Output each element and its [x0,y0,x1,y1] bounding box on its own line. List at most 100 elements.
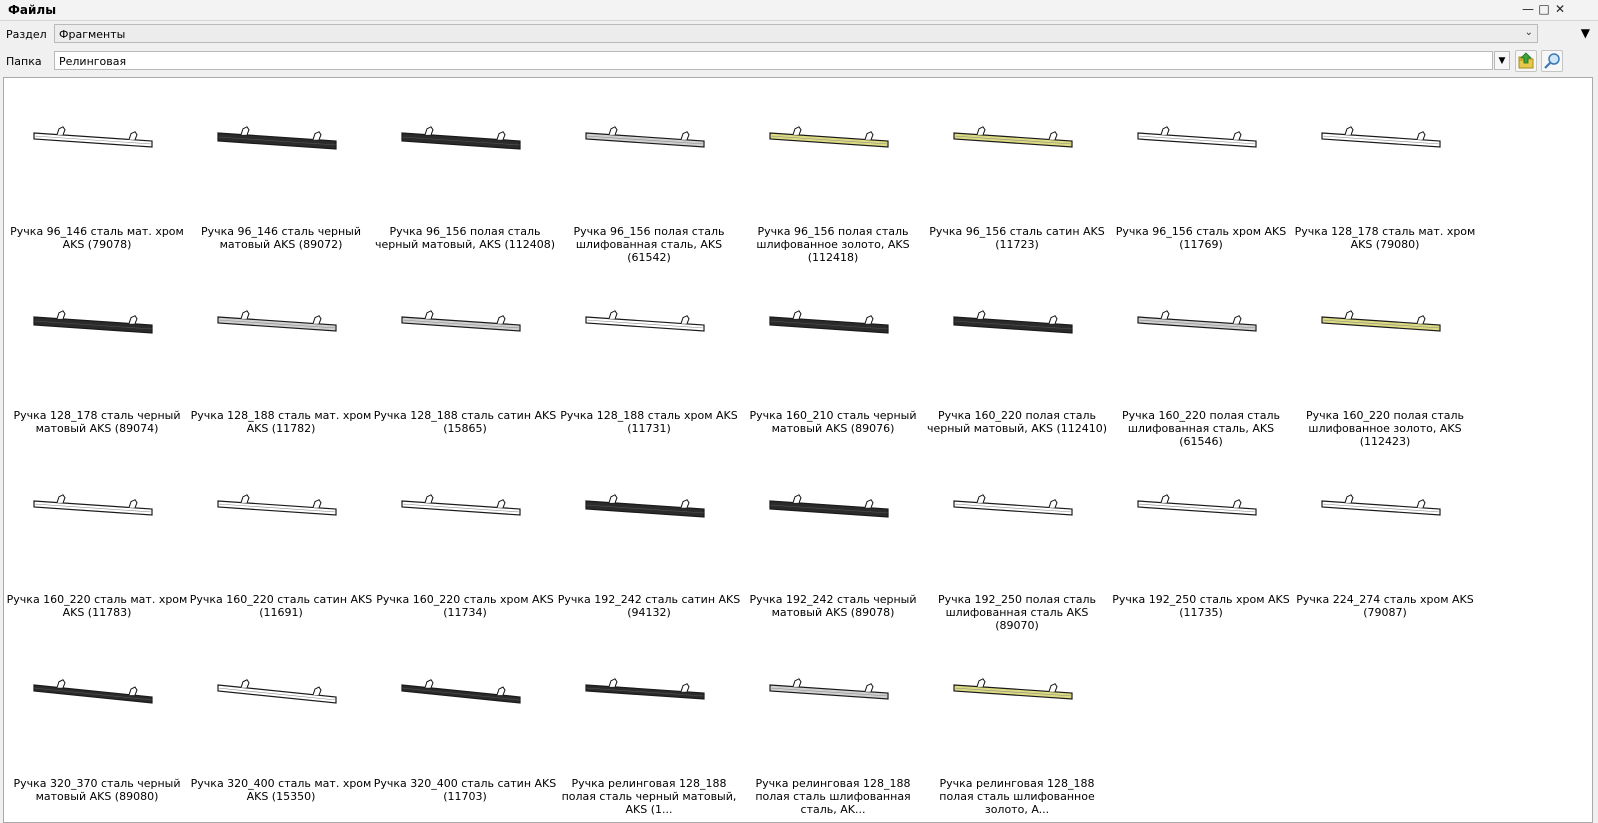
section-value: Фрагменты [59,28,126,41]
close-icon[interactable]: ✕ [1553,2,1567,16]
file-item-label: Ручка 320_400 сталь мат. хром AKS (15350… [190,777,372,803]
handle-thumbnail [585,310,705,332]
file-item-label: Ручка релинговая 128_188 полая сталь шли… [939,777,1095,816]
handle-thumbnail [1321,310,1441,332]
file-item[interactable]: Ручка 128_188 сталь сатин AKS (15865) [372,262,558,442]
file-item-label: Ручка 320_400 сталь сатин AKS (11703) [373,777,557,803]
folder-dropdown-button[interactable]: ▼ [1494,51,1510,70]
search-button[interactable] [1541,50,1563,72]
file-item[interactable]: Ручка 96_146 сталь черный матовый AKS (8… [188,78,374,258]
file-item[interactable]: Ручка 320_400 сталь мат. хром AKS (15350… [188,630,374,810]
file-item-label: Ручка 320_370 сталь черный матовый AKS (… [13,777,181,803]
file-item-label: Ручка 160_220 сталь сатин AKS (11691) [189,593,373,619]
file-item-label: Ручка 128_188 сталь хром AKS (11731) [560,409,738,435]
file-item[interactable]: Ручка 96_156 полая сталь шлифованная ста… [556,78,742,264]
search-icon [1544,53,1560,69]
file-item-label: Ручка релинговая 128_188 полая сталь чер… [561,777,737,816]
file-item-label: Ручка релинговая 128_188 полая сталь шли… [755,777,911,816]
file-item-label: Ручка 224_274 сталь хром AKS (79087) [1296,593,1474,619]
folder-input[interactable]: Релинговая [54,51,1493,70]
file-item[interactable]: Ручка 224_274 сталь хром AKS (79087) [1292,446,1478,626]
file-item-label: Ручка 96_156 полая сталь шлифованное зол… [756,225,910,264]
file-item[interactable]: Ручка 160_220 сталь хром AKS (11734) [372,446,558,626]
file-item[interactable]: Ручка 192_242 сталь сатин AKS (94132) [556,446,742,626]
file-item-label: Ручка 128_178 сталь черный матовый AKS (… [13,409,181,435]
section-label: Раздел [6,28,47,41]
file-item-label: Ручка 160_220 полая сталь черный матовый… [926,409,1108,435]
handle-thumbnail [401,494,521,516]
file-item[interactable]: Ручка 160_220 полая сталь черный матовый… [924,262,1110,442]
file-item[interactable]: Ручка 160_220 полая сталь шлифованная ст… [1108,262,1294,448]
handle-thumbnail [585,678,705,700]
file-item[interactable]: Ручка 160_220 сталь мат. хром AKS (11783… [4,446,190,626]
handle-thumbnail [1137,494,1257,516]
section-row: Раздел Фрагменты ⌄ ▼ [0,21,1598,48]
file-grid: Ручка 96_146 сталь мат. хром AKS (79078)… [3,77,1593,823]
file-item-label: Ручка 96_156 сталь хром AKS (11769) [1115,225,1287,251]
handle-thumbnail [769,494,889,518]
window-title: Файлы [8,3,57,17]
section-select[interactable]: Фрагменты ⌄ [54,24,1538,43]
folder-row: Папка Релинговая ▼ [0,48,1598,75]
handle-thumbnail [401,310,521,332]
file-item-label: Ручка 160_220 сталь хром AKS (11734) [376,593,554,619]
file-item-label: Ручка 160_220 полая сталь шлифованное зо… [1305,409,1465,448]
file-item[interactable]: Ручка 192_250 полая сталь шлифованная ст… [924,446,1110,632]
file-item-label: Ручка 160_220 сталь мат. хром AKS (11783… [6,593,188,619]
handle-thumbnail [585,494,705,518]
file-item[interactable]: Ручка 160_220 полая сталь шлифованное зо… [1292,262,1478,448]
handle-thumbnail [1137,310,1257,332]
handle-thumbnail [953,494,1073,516]
handle-thumbnail [217,310,337,332]
minimize-icon[interactable]: — [1521,2,1535,16]
folder-up-button[interactable] [1515,50,1537,72]
maximize-icon[interactable]: □ [1537,2,1551,16]
file-item-label: Ручка 96_156 полая сталь черный матовый,… [374,225,556,251]
file-item-label: Ручка 128_178 сталь мат. хром AKS (79080… [1294,225,1476,251]
file-item[interactable]: Ручка 192_242 сталь черный матовый AKS (… [740,446,926,626]
handle-thumbnail [585,126,705,148]
file-item[interactable]: Ручка 320_400 сталь сатин AKS (11703) [372,630,558,810]
handle-thumbnail [217,494,337,516]
window-titlebar: Файлы — □ ✕ [0,0,1598,21]
file-item-label: Ручка 96_156 сталь сатин AKS (11723) [929,225,1105,251]
file-item-label: Ручка 192_250 сталь хром AKS (11735) [1112,593,1290,619]
handle-thumbnail [953,310,1073,334]
file-item[interactable]: Ручка 320_370 сталь черный матовый AKS (… [4,630,190,810]
file-item[interactable]: Ручка релинговая 128_188 полая сталь шли… [740,630,926,816]
file-item[interactable]: Ручка 192_250 сталь хром AKS (11735) [1108,446,1294,626]
file-item-label: Ручка 96_156 полая сталь шлифованная ста… [573,225,725,264]
file-item[interactable]: Ручка 160_220 сталь сатин AKS (11691) [188,446,374,626]
file-item[interactable]: Ручка 128_188 сталь мат. хром AKS (11782… [188,262,374,442]
file-item-label: Ручка 160_220 полая сталь шлифованная ст… [1121,409,1281,448]
chevron-down-icon: ⌄ [1524,27,1533,38]
handle-thumbnail [769,678,889,700]
file-item-label: Ручка 160_210 сталь черный матовый AKS (… [749,409,917,435]
handle-thumbnail [1321,494,1441,516]
file-item[interactable]: Ручка 96_156 сталь хром AKS (11769) [1108,78,1294,258]
handle-thumbnail [769,310,889,334]
file-item[interactable]: Ручка 128_178 сталь черный матовый AKS (… [4,262,190,442]
file-item-label: Ручка 128_188 сталь мат. хром AKS (11782… [190,409,372,435]
handle-thumbnail [33,310,153,334]
handle-thumbnail [401,126,521,150]
file-item[interactable]: Ручка 96_156 полая сталь шлифованное зол… [740,78,926,264]
file-item[interactable]: Ручка релинговая 128_188 полая сталь чер… [556,630,742,816]
folder-label: Папка [6,55,42,68]
file-item[interactable]: Ручка 96_156 полая сталь черный матовый,… [372,78,558,258]
dropdown-arrow-icon[interactable]: ▼ [1581,26,1590,40]
file-item[interactable]: Ручка 128_188 сталь хром AKS (11731) [556,262,742,442]
file-item[interactable]: Ручка релинговая 128_188 полая сталь шли… [924,630,1110,816]
file-item-label: Ручка 192_250 полая сталь шлифованная ст… [937,593,1097,632]
handle-thumbnail [33,126,153,148]
handle-thumbnail [33,494,153,516]
file-item-label: Ручка 128_188 сталь сатин AKS (15865) [373,409,557,435]
file-item-label: Ручка 192_242 сталь сатин AKS (94132) [557,593,741,619]
file-item[interactable]: Ручка 128_178 сталь мат. хром AKS (79080… [1292,78,1478,258]
file-item[interactable]: Ручка 96_156 сталь сатин AKS (11723) [924,78,1110,258]
file-item[interactable]: Ручка 96_146 сталь мат. хром AKS (79078) [4,78,190,258]
handle-thumbnail [953,678,1073,700]
handle-thumbnail [953,126,1073,148]
file-item-label: Ручка 96_146 сталь мат. хром AKS (79078) [10,225,184,251]
file-item[interactable]: Ручка 160_210 сталь черный матовый AKS (… [740,262,926,442]
